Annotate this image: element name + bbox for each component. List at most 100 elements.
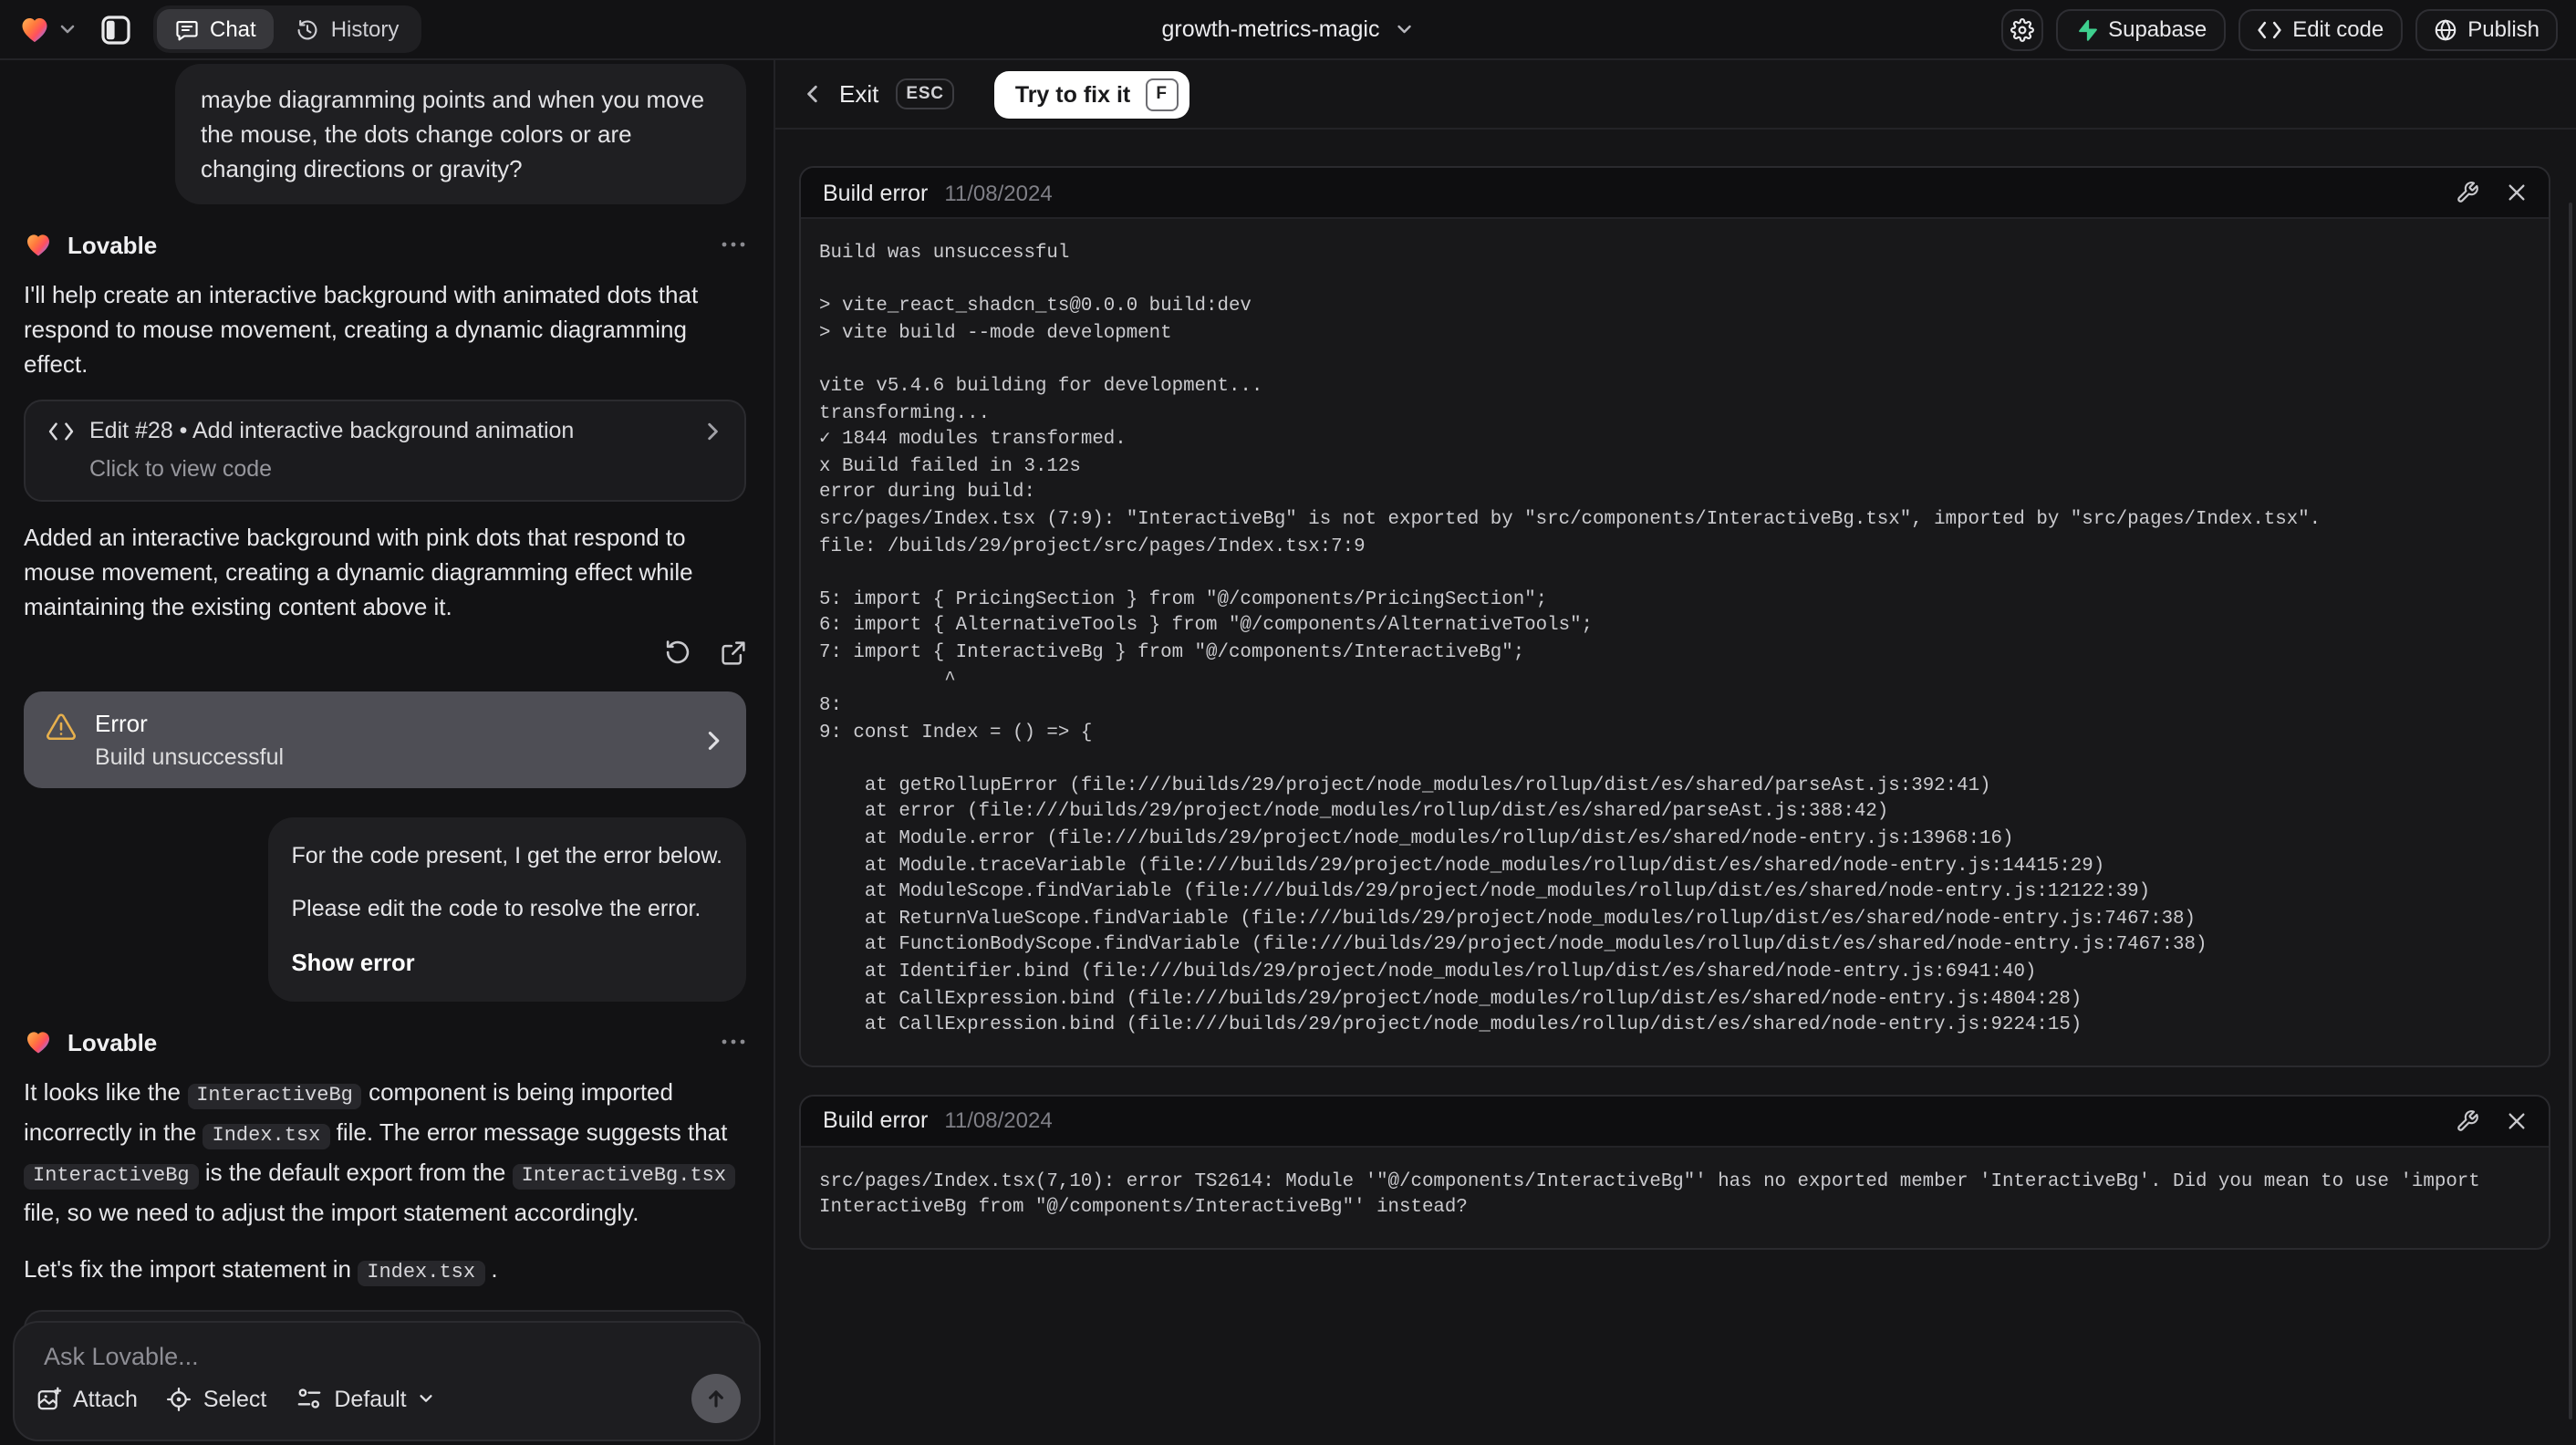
chevron-down-icon (58, 20, 77, 38)
app-window: Chat History growth-metrics-magic Supaba… (0, 0, 2576, 1445)
tab-chat[interactable]: Chat (157, 9, 275, 49)
select-label: Select (203, 1386, 267, 1411)
message-actions (24, 639, 746, 666)
project-name: growth-metrics-magic (1161, 16, 1380, 42)
globe-icon (2433, 17, 2457, 41)
build-error-log: Build was unsuccessful > vite_react_shad… (819, 243, 2322, 1037)
build-error-card[interactable]: Error Build unsuccessful (24, 691, 746, 788)
code-brackets-icon (47, 421, 75, 441)
lovable-heart-icon (24, 1027, 53, 1056)
chevron-right-icon (702, 421, 722, 441)
lovable-menu-button[interactable] (18, 13, 77, 46)
error-card-subtitle: Build unsuccessful (95, 744, 285, 770)
history-clock-icon (296, 17, 320, 41)
build-error-date: 11/08/2024 (944, 180, 1053, 205)
composer: Attach Select Default (13, 1321, 761, 1441)
fix-error-button[interactable] (2456, 181, 2479, 204)
select-crosshair-icon (167, 1386, 192, 1411)
close-error-button[interactable] (2507, 182, 2527, 203)
supabase-label: Supabase (2108, 16, 2207, 42)
chevron-down-icon (1396, 20, 1414, 38)
refresh-icon (664, 639, 691, 666)
edit-card-title: Edit #28 • Add interactive background an… (89, 418, 575, 443)
chevron-left-icon (803, 84, 823, 104)
assistant-name: Lovable (68, 1028, 158, 1055)
build-error-header: Build error 11/08/2024 (801, 168, 2549, 219)
edit-code-button[interactable]: Edit code (2238, 8, 2403, 50)
project-selector[interactable]: growth-metrics-magic (1162, 16, 1415, 42)
chat-bubble-icon (175, 17, 199, 41)
mode-label: Default (334, 1386, 407, 1411)
tab-chat-label: Chat (210, 16, 256, 42)
supabase-button[interactable]: Supabase (2055, 8, 2226, 50)
chat-message-list[interactable]: maybe diagramming points and when you mo… (0, 60, 774, 1445)
publish-button[interactable]: Publish (2415, 8, 2558, 50)
more-ellipsis-icon (721, 241, 746, 248)
mode-selector[interactable]: Default (296, 1386, 433, 1411)
build-error-title: Build error (823, 180, 929, 205)
f-key-badge: F (1145, 78, 1179, 110)
attach-image-icon (36, 1386, 62, 1411)
message-menu-button[interactable] (721, 241, 746, 248)
user-message-line: Please edit the code to resolve the erro… (291, 896, 701, 921)
user-message: For the code present, I get the error be… (267, 817, 746, 1002)
preview-panel: Exit ESC Try to fix it F Build error 11/… (775, 60, 2576, 1445)
code-brackets-icon (2256, 19, 2281, 39)
sidebar-toggle-button[interactable] (93, 7, 137, 51)
build-error-panel: Build error 11/08/2024 (799, 166, 2550, 1067)
build-error-date: 11/08/2024 (944, 1107, 1053, 1134)
edit-code-label: Edit code (2292, 16, 2384, 42)
exit-button[interactable]: Exit ESC (803, 78, 955, 109)
settings-button[interactable] (2000, 8, 2043, 50)
scrollbar[interactable] (2569, 203, 2572, 1419)
more-ellipsis-icon (721, 1038, 746, 1045)
error-card-title: Error (95, 710, 148, 737)
open-preview-button[interactable] (721, 639, 746, 666)
open-external-icon (721, 639, 746, 665)
assistant-message: Let's fix the import statement in Index.… (24, 1255, 498, 1286)
edit-card-subtitle: Click to view code (89, 456, 273, 482)
build-error-title: Build error (823, 1107, 929, 1134)
close-icon (2507, 182, 2527, 203)
user-message: maybe diagramming points and when you mo… (175, 64, 746, 204)
restore-button[interactable] (664, 639, 691, 666)
esc-key-badge: ESC (895, 78, 955, 109)
gear-icon (2010, 17, 2034, 41)
assistant-message: I'll help create an interactive backgrou… (24, 281, 699, 378)
fix-error-button[interactable] (2456, 1109, 2479, 1133)
attach-button[interactable]: Attach (36, 1386, 138, 1411)
wrench-icon (2456, 1109, 2479, 1133)
select-element-button[interactable]: Select (167, 1386, 267, 1411)
top-bar: Chat History growth-metrics-magic Supaba… (0, 0, 2576, 60)
message-menu-button[interactable] (721, 1038, 746, 1045)
close-error-button[interactable] (2507, 1111, 2527, 1131)
view-switcher: Chat History (153, 5, 421, 53)
tab-history[interactable]: History (278, 9, 418, 49)
chevron-down-icon (418, 1390, 434, 1407)
supabase-bolt-icon (2073, 17, 2097, 41)
build-error-header: Build error 11/08/2024 (801, 1096, 2549, 1148)
send-button[interactable] (691, 1374, 741, 1423)
show-error-link[interactable]: Show error (292, 945, 723, 980)
lovable-heart-icon (18, 13, 51, 46)
edit-card-28[interactable]: Edit #28 • Add interactive background an… (24, 400, 746, 502)
chevron-right-icon (702, 729, 724, 751)
close-icon (2507, 1111, 2527, 1131)
fix-label: Try to fix it (1014, 81, 1131, 107)
assistant-message: Added an interactive background with pin… (24, 524, 693, 620)
assistant-header: Lovable (24, 230, 746, 259)
wrench-icon (2456, 181, 2479, 204)
attach-label: Attach (73, 1386, 138, 1411)
assistant-header: Lovable (24, 1027, 746, 1056)
warning-triangle-icon (46, 712, 77, 743)
assistant-message: It looks like the InteractiveBg componen… (24, 1075, 746, 1230)
user-message-line: For the code present, I get the error be… (291, 843, 723, 868)
lovable-heart-icon (24, 230, 53, 259)
try-to-fix-button[interactable]: Try to fix it F (994, 70, 1189, 118)
preview-header: Exit ESC Try to fix it F (775, 60, 2576, 130)
send-arrow-up-icon (704, 1387, 728, 1410)
build-error-log: src/pages/Index.tsx(7,10): error TS2614:… (819, 1170, 2492, 1220)
tab-history-label: History (330, 16, 400, 42)
build-error-panel: Build error 11/08/2024 (799, 1094, 2550, 1250)
publish-label: Publish (2467, 16, 2540, 42)
